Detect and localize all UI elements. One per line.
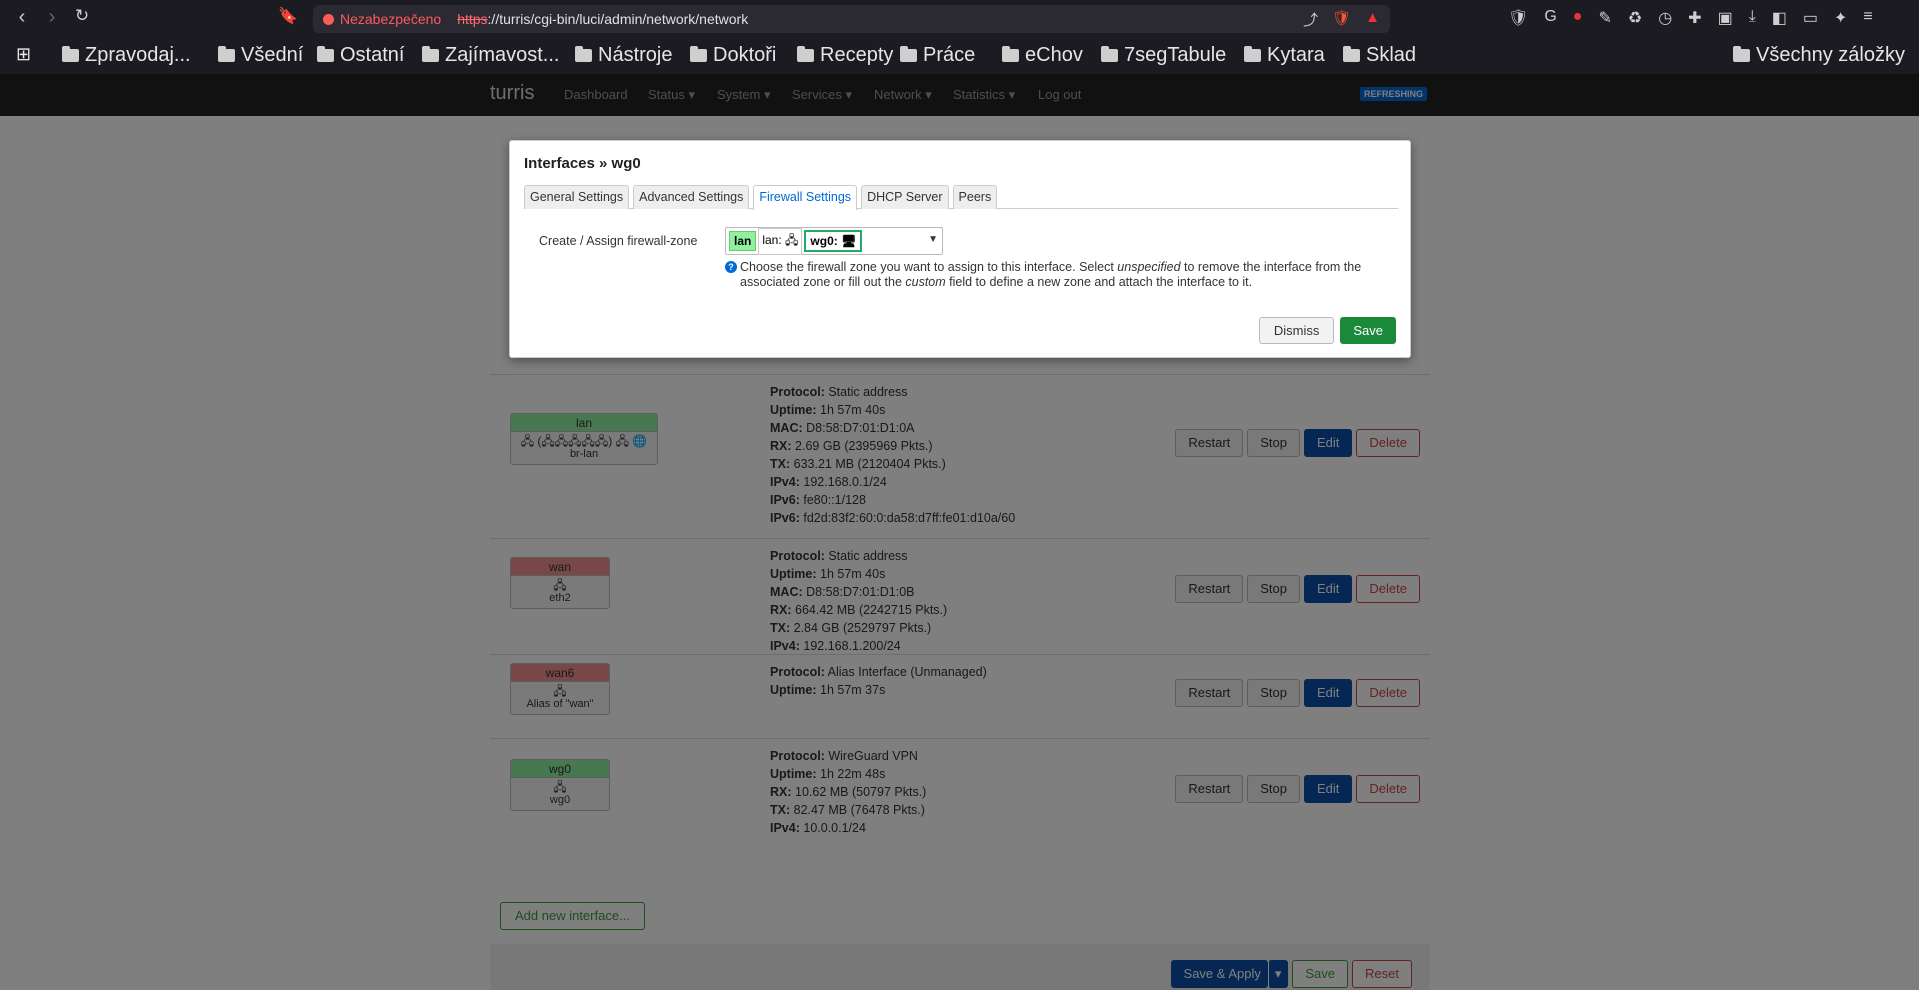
security-warning[interactable]: Nezabezpečeno — [323, 11, 441, 27]
puzzle-icon[interactable]: ✚ — [1688, 8, 1701, 28]
bookmark-label: Nástroje — [598, 44, 673, 66]
sync-icon[interactable]: ◷ — [1658, 8, 1672, 28]
bookmark-label: Práce — [923, 44, 976, 66]
help-text-3: field to define a new zone and attach th… — [945, 275, 1253, 289]
firewall-zone-select[interactable]: lan lan: 🖧 wg0: 🖥 ▼ — [725, 227, 943, 255]
bookmark-item[interactable]: Všední — [218, 44, 303, 67]
bookmark-item[interactable]: Doktoři — [690, 44, 776, 67]
translate-icon[interactable]: G — [1544, 8, 1556, 28]
dropdown-caret-icon[interactable]: ▼ — [928, 234, 938, 245]
screenshot-icon[interactable]: ▣ — [1718, 8, 1733, 28]
modal-tabs: General Settings Advanced Settings Firew… — [524, 185, 1398, 210]
sidebar-icon[interactable]: ◧ — [1772, 8, 1787, 28]
bookmark-item[interactable]: Práce — [900, 44, 975, 67]
tab-peers[interactable]: Peers — [952, 185, 998, 209]
folder-icon — [422, 46, 439, 62]
recycle-icon[interactable]: ♻ — [1628, 8, 1642, 28]
tab-dhcp-server[interactable]: DHCP Server — [861, 185, 949, 209]
help-em-custom: custom — [905, 275, 946, 289]
bookmark-item[interactable]: 7segTabule — [1101, 44, 1226, 67]
folder-icon — [1733, 46, 1750, 62]
wallet-icon[interactable]: ▭ — [1803, 8, 1818, 28]
bookmark-icon[interactable]: 🔖 — [274, 6, 302, 26]
zone-lan-interfaces: lan: 🖧 — [758, 227, 803, 255]
folder-icon — [218, 46, 235, 62]
forward-icon[interactable]: › — [38, 6, 66, 29]
download-icon[interactable]: ⤓ — [1749, 8, 1756, 28]
bookmark-label: Sklad — [1366, 44, 1417, 66]
folder-icon — [575, 46, 592, 62]
browser-toolbar: ‹ › ↻ 🔖 Nezabezpečeno https://turris/cgi… — [0, 0, 1919, 38]
save-button[interactable]: Save — [1340, 317, 1396, 344]
bookmark-label: 7segTabule — [1124, 44, 1227, 66]
help-em-unspecified: unspecified — [1117, 260, 1181, 274]
all-bookmarks-label: Všechny záložky — [1756, 44, 1905, 66]
bookmark-label: Doktoři — [713, 44, 777, 66]
zone-lan-chip: lan — [729, 231, 757, 251]
folder-icon — [797, 46, 814, 62]
tab-general-settings[interactable]: General Settings — [524, 185, 630, 209]
bookmark-item[interactable]: Kytara — [1244, 44, 1325, 67]
url-scheme: https — [457, 11, 488, 27]
rewards-icon[interactable]: ▲ — [1365, 9, 1380, 30]
brave-shield-icon[interactable]: 🛡 — [1332, 9, 1351, 30]
tab-firewall-settings[interactable]: Firewall Settings — [753, 185, 858, 210]
bookmark-item[interactable]: Zpravodaj... — [62, 44, 191, 67]
back-icon[interactable]: ‹ — [8, 6, 36, 29]
help-icon: ? — [725, 261, 737, 273]
bookmark-item[interactable]: eChov — [1002, 44, 1083, 67]
dismiss-button[interactable]: Dismiss — [1258, 317, 1335, 344]
firewall-zone-label: Create / Assign firewall-zone — [539, 234, 698, 248]
address-bar[interactable]: Nezabezpečeno https://turris/cgi-bin/luc… — [313, 5, 1390, 33]
bookmark-item[interactable]: Ostatní — [317, 44, 404, 67]
bookmark-label: Zpravodaj... — [85, 44, 191, 66]
bookmark-label: eChov — [1025, 44, 1083, 66]
bookmark-item[interactable]: Sklad — [1343, 44, 1416, 67]
zone-wg0-chip: wg0: 🖥 — [804, 230, 863, 252]
url-path: ://turris/cgi-bin/luci/admin/network/net… — [487, 11, 749, 27]
bookmark-label: Zajímavost... — [445, 44, 560, 66]
leo-icon[interactable]: ✦ — [1834, 8, 1847, 28]
modal-title: Interfaces » wg0 — [524, 155, 641, 172]
bookmark-item[interactable]: Recepty — [797, 44, 893, 67]
extension-icons: 🛡 G ● ✎ ♻ ◷ ✚ ▣ ⤓ ◧ ▭ ✦ ≡ — [1508, 8, 1873, 28]
all-bookmarks[interactable]: Všechny záložky — [1733, 44, 1905, 67]
dev-icon[interactable]: ● — [1573, 8, 1583, 28]
apps-icon[interactable]: ⊞ — [16, 44, 31, 65]
folder-icon — [1101, 46, 1118, 62]
security-label: Nezabezpečeno — [340, 11, 442, 27]
bookmark-item[interactable]: Zajímavost... — [422, 44, 559, 67]
folder-icon — [690, 46, 707, 62]
folder-icon — [1343, 46, 1360, 62]
folder-icon — [900, 46, 917, 62]
bookmark-label: Všední — [241, 44, 304, 66]
folder-icon — [62, 46, 79, 62]
tab-advanced-settings[interactable]: Advanced Settings — [633, 185, 750, 209]
bookmark-label: Kytara — [1267, 44, 1325, 66]
folder-icon — [317, 46, 334, 62]
picker-icon[interactable]: ✎ — [1598, 8, 1611, 28]
folder-icon — [1244, 46, 1261, 62]
share-icon[interactable]: ⤴ — [1303, 9, 1318, 30]
warning-icon — [323, 13, 334, 25]
menu-icon[interactable]: ≡ — [1863, 8, 1872, 28]
bookmark-label: Recepty — [820, 44, 894, 66]
firewall-zone-help: ? Choose the firewall zone you want to a… — [725, 260, 1395, 290]
bookmark-label: Ostatní — [340, 44, 405, 66]
bitwarden-icon[interactable]: 🛡 — [1508, 8, 1528, 28]
interface-edit-modal: Interfaces » wg0 General Settings Advanc… — [509, 140, 1411, 358]
reload-icon[interactable]: ↻ — [68, 6, 96, 26]
bookmarks-bar: ⊞ Zpravodaj... Všední Ostatní Zajímavost...… — [0, 38, 1919, 74]
help-text-1: Choose the firewall zone you want to ass… — [740, 260, 1118, 274]
bookmark-item[interactable]: Nástroje — [575, 44, 672, 67]
folder-icon — [1002, 46, 1019, 62]
